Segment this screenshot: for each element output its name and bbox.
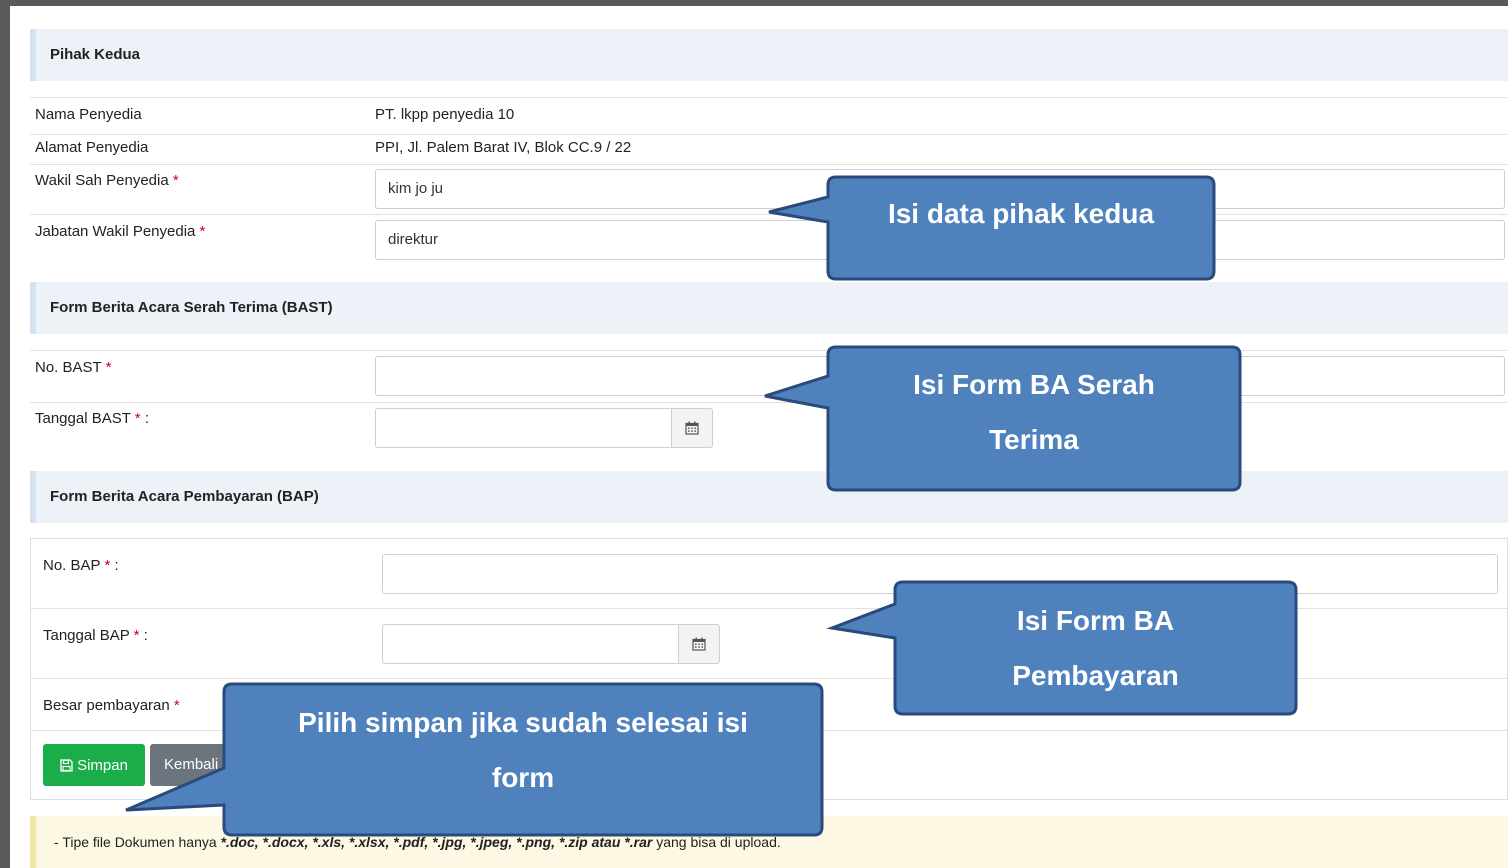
callout-bap-text-line1: Isi Form BA (1016, 605, 1175, 636)
callout-bap-text-line2: Pembayaran (1012, 660, 1179, 691)
callout-bast-text-line2: Terima (989, 424, 1079, 455)
callout-simpan-text-line2: form (491, 762, 555, 793)
callout-bast-text-line1: Isi Form BA Serah (913, 369, 1155, 400)
callout-pihak-kedua-text: Isi data pihak kedua (887, 198, 1155, 229)
callout-simpan-text-line1: Pilih simpan jika sudah selesai isi (298, 707, 748, 738)
